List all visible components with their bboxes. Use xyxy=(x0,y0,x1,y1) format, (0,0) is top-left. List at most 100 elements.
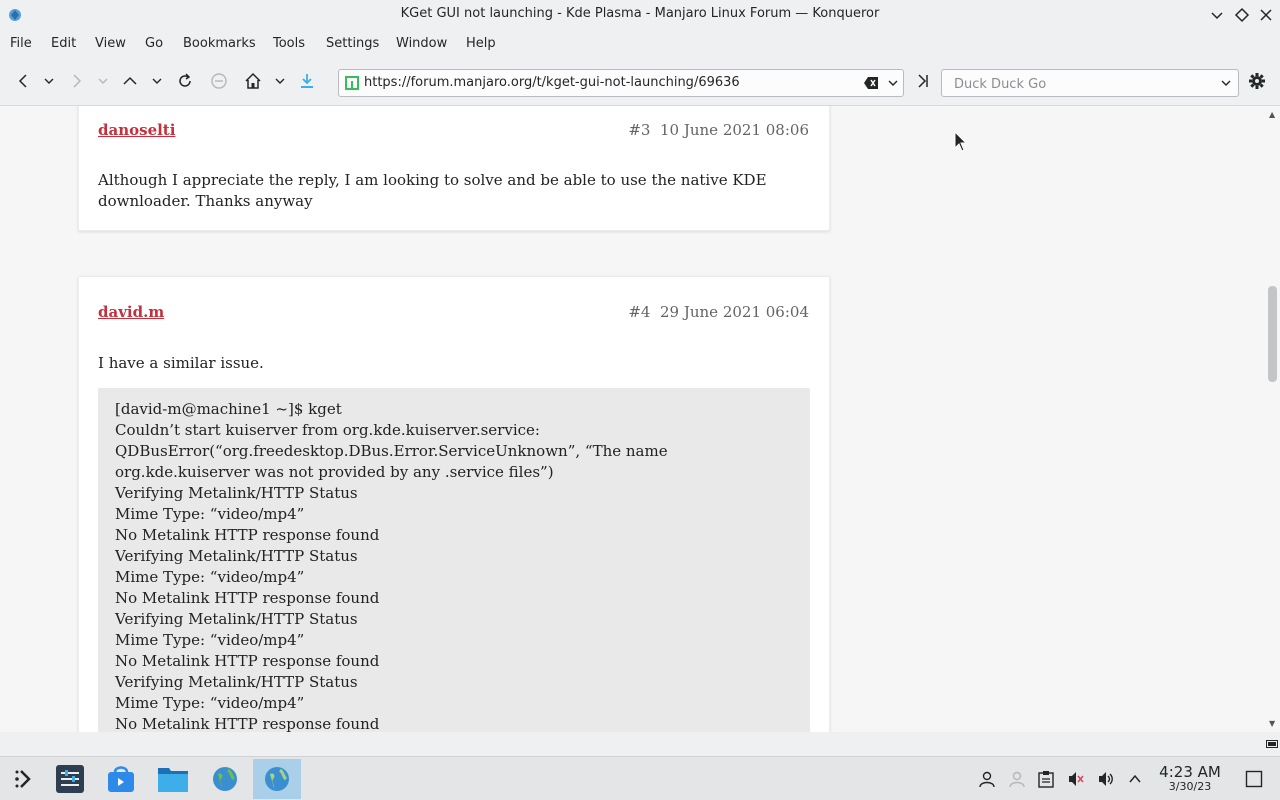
code-line: Couldn’t start kuiserver from org.kde.ku… xyxy=(115,421,673,481)
application-launcher-button[interactable] xyxy=(0,759,48,799)
close-icon[interactable] xyxy=(1256,5,1276,25)
reload-button[interactable] xyxy=(174,70,196,92)
menu-go[interactable]: Go xyxy=(145,36,163,51)
code-line: Mime Type: “video/mp4” xyxy=(115,505,305,523)
tray-user[interactable] xyxy=(977,769,997,789)
post-author[interactable]: david.m xyxy=(98,303,164,321)
arrow-right-icon xyxy=(73,74,82,88)
tray-audio-muted[interactable] xyxy=(1066,769,1086,789)
page-content: danoselti #3 10 June 2021 08:06 Although… xyxy=(0,106,1266,732)
code-line: No Metalink HTTP response found xyxy=(115,715,380,732)
chevron-down-icon[interactable] xyxy=(887,77,899,89)
home-button[interactable] xyxy=(242,70,264,92)
post-number[interactable]: #4 xyxy=(628,303,650,321)
menu-bar: File Edit View Go Bookmarks Tools Settin… xyxy=(0,30,1280,58)
settings-button[interactable] xyxy=(1246,70,1268,92)
forward-button[interactable] xyxy=(66,70,88,92)
scrollbar-thumb[interactable] xyxy=(1268,286,1277,382)
taskbar-file-manager[interactable] xyxy=(149,759,197,799)
back-button[interactable] xyxy=(12,70,34,92)
menu-view[interactable]: View xyxy=(95,36,126,51)
post-author[interactable]: danoselti xyxy=(98,121,175,139)
chevron-down-icon xyxy=(98,78,108,84)
tray-volume[interactable] xyxy=(1096,769,1116,789)
taskbar-discover[interactable] xyxy=(97,759,145,799)
window-titlebar: KGet GUI not launching - Kde Plasma - Ma… xyxy=(0,0,1280,30)
post-body: Although I appreciate the reply, I am lo… xyxy=(98,171,767,210)
navigation-toolbar: https://forum.manjaro.org/t/kget-gui-not… xyxy=(0,58,1280,106)
url-text[interactable]: https://forum.manjaro.org/t/kget-gui-not… xyxy=(364,75,740,90)
chevron-down-icon[interactable] xyxy=(1220,77,1232,89)
show-desktop-button[interactable] xyxy=(1244,769,1264,789)
status-bar xyxy=(0,732,1280,756)
post-meta: #3 10 June 2021 08:06 xyxy=(628,121,809,139)
search-bar[interactable] xyxy=(941,69,1239,97)
download-icon xyxy=(301,74,313,88)
clear-url-icon[interactable] xyxy=(863,76,879,90)
taskbar-system-settings[interactable] xyxy=(46,759,94,799)
search-input[interactable] xyxy=(952,74,1216,94)
clock-time: 4:23 AM xyxy=(1159,763,1221,781)
code-line: Verifying Metalink/HTTP Status xyxy=(115,673,358,691)
mouse-cursor-icon xyxy=(954,131,968,152)
folder-app-icon xyxy=(158,768,188,792)
tray-clipboard[interactable] xyxy=(1036,769,1056,789)
code-line: Verifying Metalink/HTTP Status xyxy=(115,547,358,565)
stop-button[interactable] xyxy=(208,70,230,92)
speaker-muted-icon xyxy=(1069,772,1084,786)
split-view-icon[interactable] xyxy=(1266,740,1278,748)
post-date[interactable]: 29 June 2021 06:04 xyxy=(660,303,809,321)
back-history-button[interactable] xyxy=(38,70,60,92)
code-line: Mime Type: “video/mp4” xyxy=(115,694,305,712)
menu-tools[interactable]: Tools xyxy=(273,36,305,51)
code-line: No Metalink HTTP response found xyxy=(115,652,380,670)
reload-icon xyxy=(179,73,191,87)
taskbar-konqueror-active[interactable] xyxy=(253,759,301,799)
tray-expand[interactable] xyxy=(1125,769,1145,789)
up-button[interactable] xyxy=(119,70,141,92)
up-history-button[interactable] xyxy=(146,70,168,92)
user-disabled-icon xyxy=(1009,771,1025,788)
maximize-icon[interactable] xyxy=(1232,5,1252,25)
code-line: Mime Type: “video/mp4” xyxy=(115,568,305,586)
menu-bookmarks[interactable]: Bookmarks xyxy=(183,36,256,51)
scroll-down-icon[interactable]: ▼ xyxy=(1269,719,1275,728)
minimize-icon[interactable] xyxy=(1207,5,1227,25)
menu-help[interactable]: Help xyxy=(466,36,496,51)
code-line: Verifying Metalink/HTTP Status xyxy=(115,610,358,628)
menu-settings[interactable]: Settings xyxy=(326,36,379,51)
post-body: I have a similar issue. xyxy=(98,354,264,372)
menu-edit[interactable]: Edit xyxy=(51,36,76,51)
post-number[interactable]: #3 xyxy=(628,121,650,139)
arrow-up-icon xyxy=(123,76,137,85)
vertical-scrollbar[interactable]: ▲ ▼ xyxy=(1266,106,1280,732)
go-button[interactable] xyxy=(912,70,934,92)
launcher-icon xyxy=(15,770,31,788)
forward-history-button[interactable] xyxy=(92,70,114,92)
go-arrow-icon xyxy=(918,74,928,88)
desktop-icon xyxy=(1245,770,1263,788)
post-date[interactable]: 10 June 2021 08:06 xyxy=(660,121,809,139)
taskbar-browser[interactable] xyxy=(201,759,249,799)
menu-file[interactable]: File xyxy=(10,36,32,51)
code-block: [david-m@machine1 ~]$ kget Couldn’t star… xyxy=(98,388,810,732)
clipboard-icon xyxy=(1038,771,1054,788)
code-line: Mime Type: “video/mp4” xyxy=(115,631,305,649)
chevron-down-icon xyxy=(152,78,162,84)
digital-clock[interactable]: 4:23 AM 3/30/23 xyxy=(1150,763,1230,793)
downloads-button[interactable] xyxy=(296,70,318,92)
speaker-icon xyxy=(1099,772,1113,786)
chevron-up-icon xyxy=(1129,774,1141,783)
menu-window[interactable]: Window xyxy=(396,36,447,51)
code-line: No Metalink HTTP response found xyxy=(115,526,380,544)
stop-icon xyxy=(211,73,227,89)
konqueror-app-icon xyxy=(265,767,289,791)
url-bar[interactable]: https://forum.manjaro.org/t/kget-gui-not… xyxy=(338,69,904,97)
home-history-button[interactable] xyxy=(269,70,291,92)
manjaro-favicon xyxy=(345,76,359,90)
tray-user-disabled[interactable] xyxy=(1007,769,1027,789)
window-title: KGet GUI not launching - Kde Plasma - Ma… xyxy=(400,6,880,21)
forum-post: david.m #4 29 June 2021 06:04 I have a s… xyxy=(78,276,830,732)
scroll-up-icon[interactable]: ▲ xyxy=(1269,110,1275,119)
settings-app-icon xyxy=(56,765,84,793)
